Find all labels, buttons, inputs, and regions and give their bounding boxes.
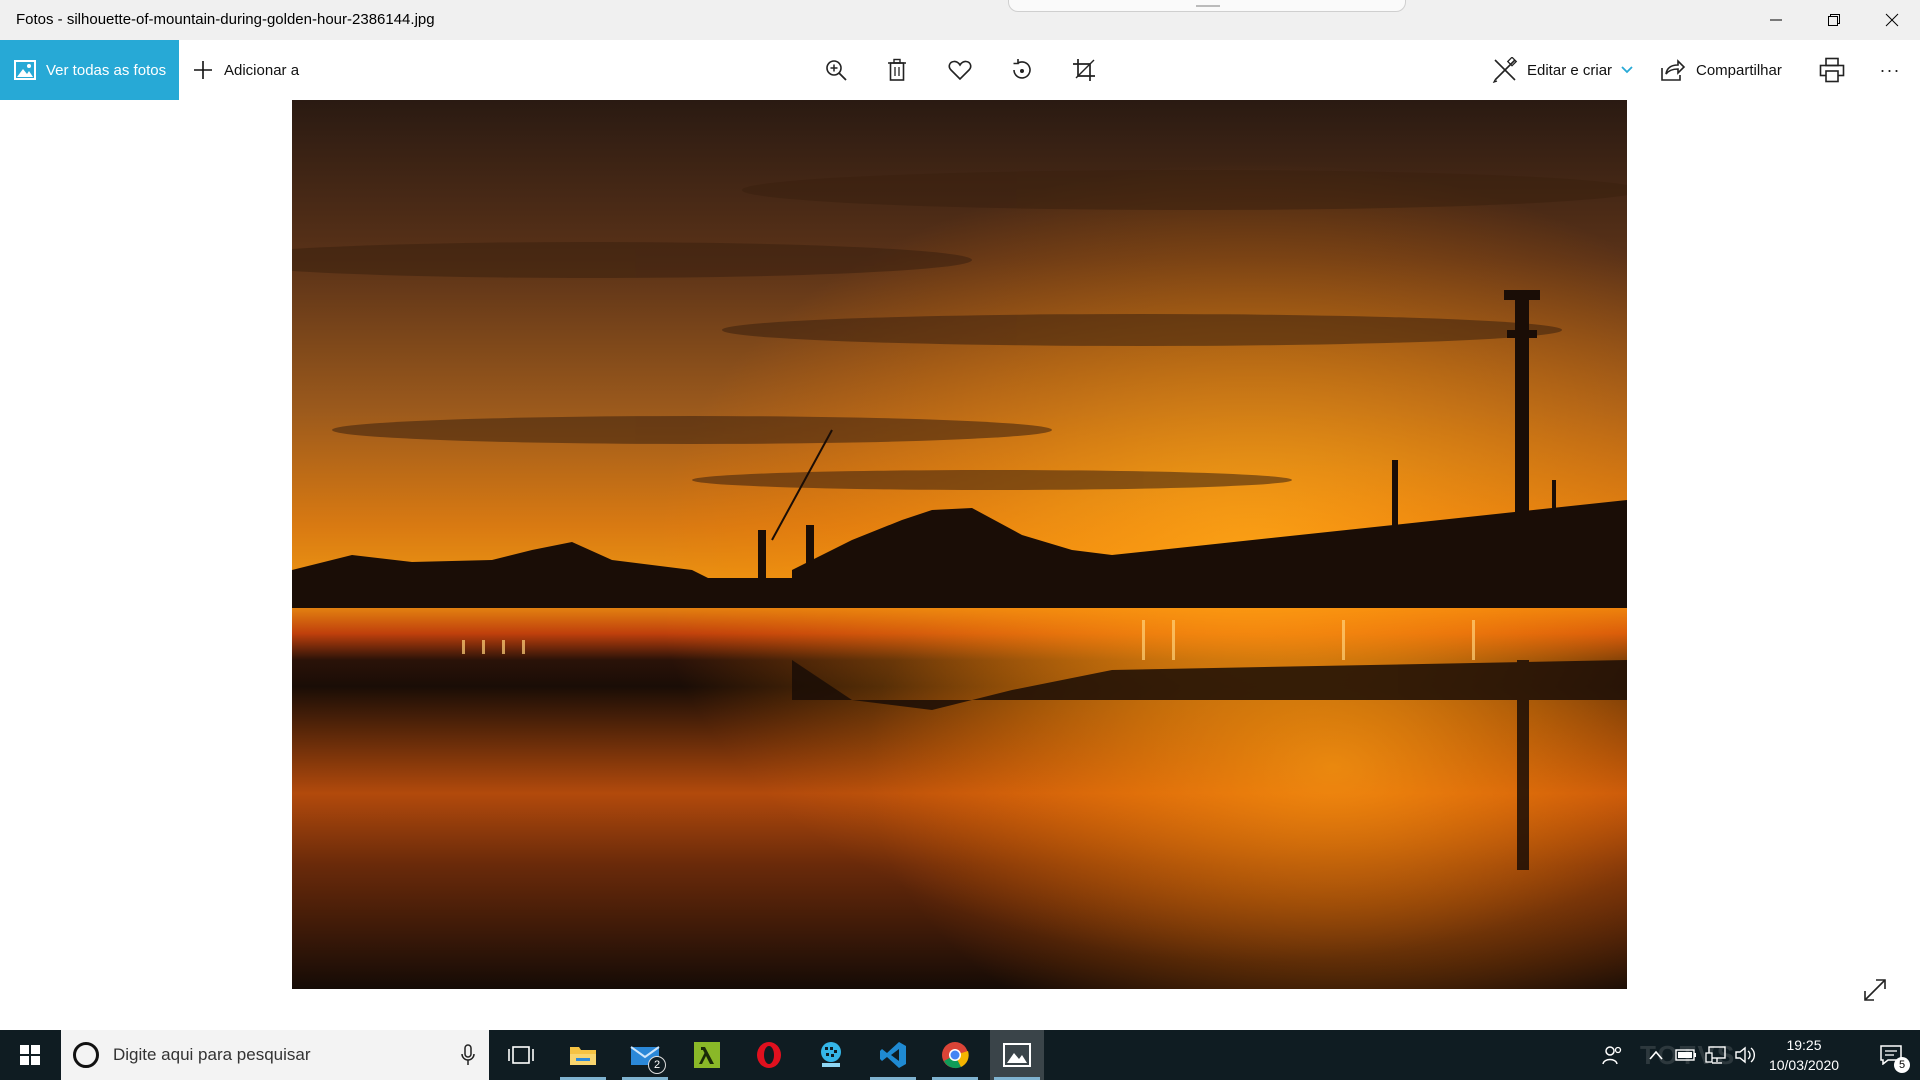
windows-logo-icon xyxy=(20,1045,40,1065)
cortana-icon xyxy=(73,1042,99,1068)
clock-date: 10/03/2020 xyxy=(1768,1057,1840,1073)
crop-icon xyxy=(1073,59,1095,81)
battery-status[interactable] xyxy=(1672,1030,1700,1080)
see-all-photos-button[interactable]: Ver todas as fotos xyxy=(0,40,179,100)
notification-count-badge: 5 xyxy=(1894,1057,1910,1073)
taskbar-mail[interactable]: 2 xyxy=(618,1030,672,1080)
task-view-icon xyxy=(508,1046,534,1064)
add-to-label: Adicionar a xyxy=(224,61,300,79)
people-icon xyxy=(1602,1046,1622,1065)
chrome-icon xyxy=(942,1042,969,1069)
delete-button[interactable] xyxy=(883,56,911,84)
windows-taskbar: Digite aqui para pesquisar 2 TOTVS 19:25… xyxy=(0,1030,1920,1080)
zoom-button[interactable] xyxy=(822,56,850,84)
network-icon xyxy=(1705,1046,1726,1064)
favorite-button[interactable] xyxy=(946,56,974,84)
more-options-button[interactable]: ··· xyxy=(1874,56,1906,84)
volume-control[interactable] xyxy=(1732,1030,1760,1080)
sunset-photo xyxy=(292,100,1627,989)
microphone-icon[interactable] xyxy=(461,1044,475,1066)
zoom-in-icon xyxy=(826,60,847,81)
rotate-button[interactable] xyxy=(1008,56,1036,84)
qr-app-icon xyxy=(821,1042,841,1067)
taskbar-file-explorer[interactable] xyxy=(556,1030,610,1080)
close-button[interactable] xyxy=(1862,0,1920,40)
taskbar-clock[interactable]: 19:25 10/03/2020 xyxy=(1766,1035,1842,1075)
vscode-icon xyxy=(880,1042,906,1068)
taskbar-qr-app[interactable] xyxy=(804,1030,858,1080)
printer-icon xyxy=(1819,57,1845,83)
people-button[interactable] xyxy=(1598,1030,1628,1080)
share-label: Compartilhar xyxy=(1696,61,1782,79)
network-status[interactable] xyxy=(1702,1030,1730,1080)
edit-create-label: Editar e criar xyxy=(1527,61,1613,79)
taskbar-search-box[interactable]: Digite aqui para pesquisar xyxy=(61,1030,489,1080)
chevron-down-icon xyxy=(1621,66,1633,74)
print-button[interactable] xyxy=(1816,54,1848,86)
minimize-icon xyxy=(1770,19,1782,21)
file-explorer-icon xyxy=(570,1047,596,1065)
photos-icon xyxy=(1003,1043,1031,1067)
see-all-photos-label: Ver todas as fotos xyxy=(46,61,167,79)
share-button[interactable]: Compartilhar xyxy=(1660,40,1782,100)
add-to-button[interactable]: Adicionar a xyxy=(192,40,299,100)
crop-button[interactable] xyxy=(1070,56,1098,84)
full-screen-button[interactable] xyxy=(1862,977,1890,1005)
image-icon xyxy=(14,60,36,80)
drag-handle-icon xyxy=(1196,5,1220,7)
restore-button[interactable] xyxy=(1804,0,1864,40)
action-center-button[interactable]: 5 xyxy=(1866,1030,1916,1080)
taskbar-lambda-app[interactable] xyxy=(680,1030,734,1080)
taskbar-opera[interactable] xyxy=(742,1030,796,1080)
expand-icon xyxy=(1864,979,1886,1001)
taskbar-photos[interactable] xyxy=(990,1030,1044,1080)
taskbar-chrome[interactable] xyxy=(928,1030,982,1080)
plus-icon xyxy=(194,61,212,79)
window-title: Fotos - silhouette-of-mountain-during-go… xyxy=(16,11,435,28)
chevron-up-icon xyxy=(1649,1050,1663,1060)
opera-icon xyxy=(757,1042,781,1068)
photo-viewer-image[interactable] xyxy=(292,100,1627,989)
task-view-button[interactable] xyxy=(494,1030,548,1080)
lambda-app-icon xyxy=(694,1042,720,1068)
battery-icon xyxy=(1675,1049,1696,1061)
restore-icon xyxy=(1828,14,1840,26)
heart-icon xyxy=(948,60,972,81)
speaker-icon xyxy=(1735,1046,1755,1064)
minimize-button[interactable] xyxy=(1746,0,1806,40)
trash-icon xyxy=(888,58,906,81)
taskbar-vscode[interactable] xyxy=(866,1030,920,1080)
search-placeholder: Digite aqui para pesquisar xyxy=(113,1045,311,1064)
edit-create-button[interactable]: Editar e criar xyxy=(1492,40,1633,100)
title-bar: Fotos - silhouette-of-mountain-during-go… xyxy=(0,0,1920,40)
mail-unread-badge: 2 xyxy=(648,1056,666,1074)
edit-icon xyxy=(1492,57,1518,83)
share-icon xyxy=(1661,59,1686,81)
rotate-icon xyxy=(1013,59,1031,79)
photos-toolbar: Ver todas as fotos Adicionar a Editar e … xyxy=(0,40,1920,100)
start-button[interactable] xyxy=(0,1030,60,1080)
close-icon xyxy=(1885,13,1899,27)
show-hidden-icons-button[interactable] xyxy=(1642,1030,1670,1080)
clock-time: 19:25 xyxy=(1786,1037,1822,1053)
